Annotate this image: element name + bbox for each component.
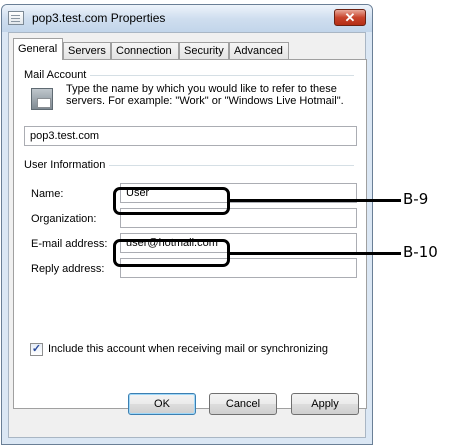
window-title: pop3.test.com Properties — [32, 11, 166, 25]
window-app-icon — [8, 11, 24, 25]
title-bar[interactable]: pop3.test.com Properties ✕ — [2, 5, 372, 32]
name-label: Name: — [31, 188, 64, 200]
email-callout-label: B-10 — [403, 243, 438, 261]
name-callout-label: B-9 — [403, 190, 429, 208]
tab-general[interactable]: General — [13, 38, 63, 60]
organization-label: Organization: — [31, 213, 97, 225]
close-icon: ✕ — [344, 10, 356, 25]
properties-dialog: pop3.test.com Properties ✕ General Serve… — [1, 4, 373, 445]
ok-button[interactable]: OK — [128, 393, 196, 415]
include-account-label: Include this account when receiving mail… — [48, 343, 329, 355]
email-label: E-mail address: — [31, 238, 108, 250]
reply-address-label: Reply address: — [31, 263, 105, 275]
email-field-highlight — [113, 239, 230, 267]
apply-button[interactable]: Apply — [291, 393, 359, 415]
checkmark-icon: ✓ — [31, 343, 42, 355]
dialog-client-area: General Servers Connection Security Adva… — [8, 32, 367, 438]
general-tab-panel: Mail Account Type the name by which you … — [13, 59, 367, 409]
tab-connection[interactable]: Connection — [111, 42, 179, 59]
include-account-checkbox[interactable]: ✓ — [30, 343, 43, 356]
email-callout-line — [229, 252, 401, 255]
name-field-highlight — [113, 187, 230, 215]
account-name-input[interactable]: pop3.test.com — [24, 126, 357, 146]
tab-servers[interactable]: Servers — [63, 42, 111, 59]
mail-account-icon — [31, 84, 53, 112]
user-info-group-label: User Information — [24, 159, 110, 171]
tab-advanced[interactable]: Advanced — [229, 42, 289, 59]
mail-account-group-label: Mail Account — [24, 69, 91, 81]
name-callout-line — [229, 199, 401, 202]
cancel-button[interactable]: Cancel — [209, 393, 277, 415]
mail-account-description: Type the name by which you would like to… — [66, 83, 344, 107]
close-button[interactable]: ✕ — [334, 9, 366, 26]
tab-security[interactable]: Security — [179, 42, 229, 59]
